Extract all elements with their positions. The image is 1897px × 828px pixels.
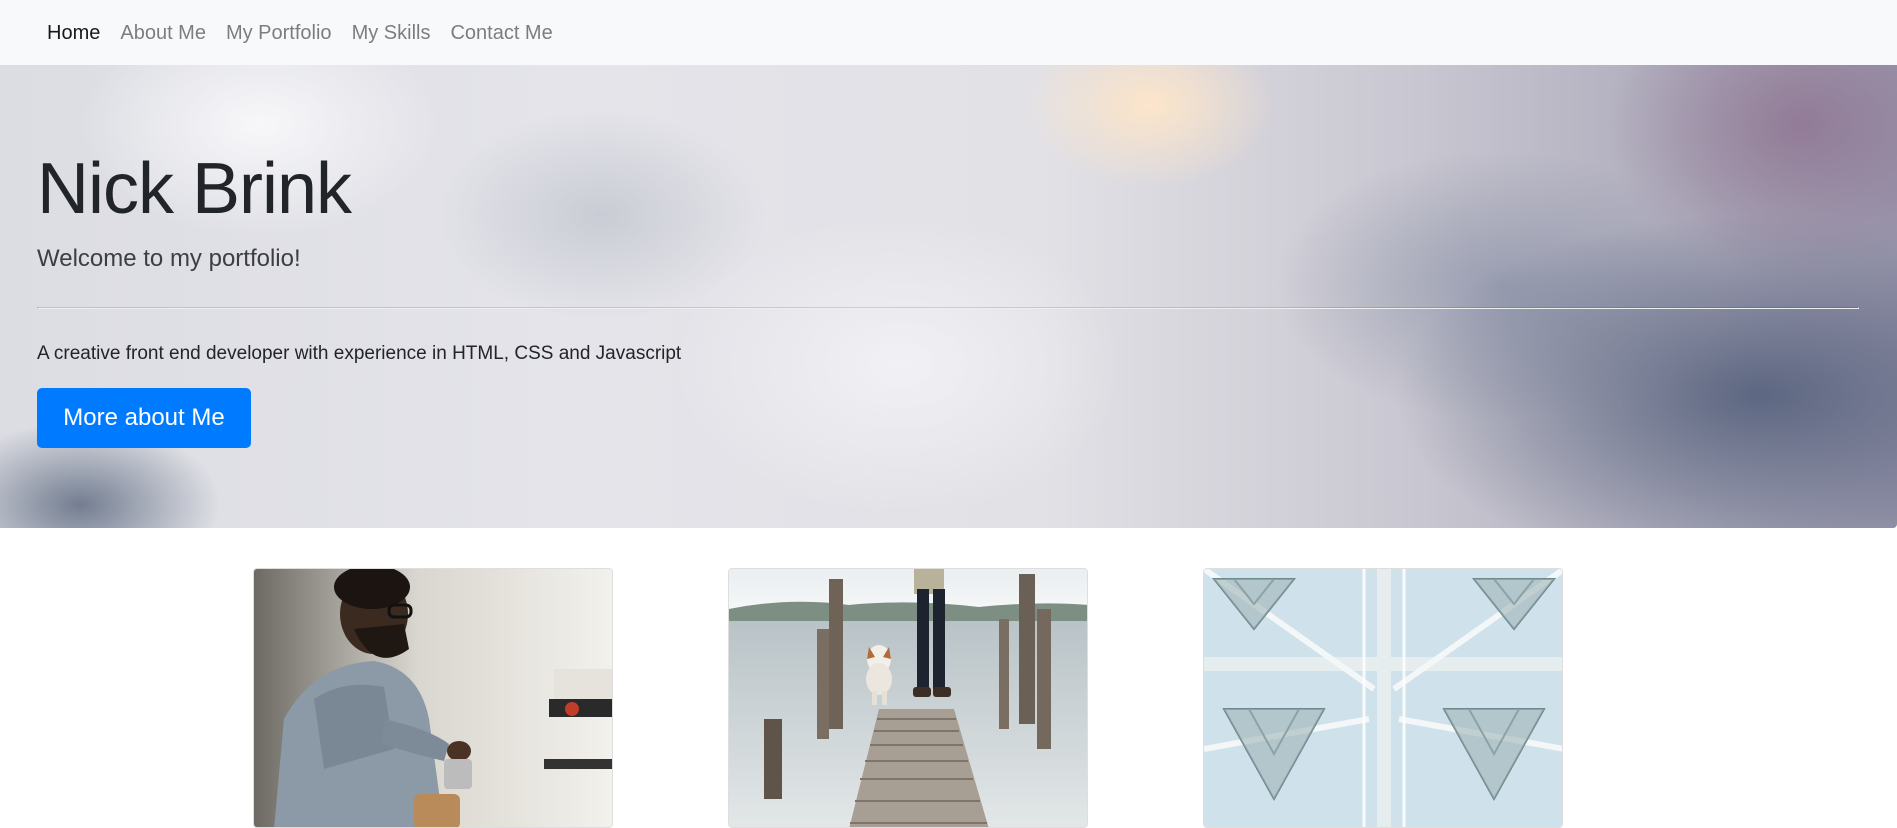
hero-description: A creative front end developer with expe… bbox=[37, 343, 682, 364]
nav-contact-me[interactable]: Contact Me bbox=[450, 23, 552, 43]
geometric-structure-photo bbox=[1204, 569, 1562, 827]
navbar: Home About Me My Portfolio My Skills Con… bbox=[0, 0, 1897, 65]
portfolio-card-2[interactable] bbox=[728, 568, 1088, 828]
dock-with-dog-photo bbox=[729, 569, 1087, 827]
barista-photo bbox=[254, 569, 612, 827]
hero-divider bbox=[37, 307, 1859, 309]
nav-my-skills[interactable]: My Skills bbox=[352, 23, 431, 43]
portfolio-card-3[interactable] bbox=[1203, 568, 1563, 828]
hero-lead: Welcome to my portfolio! bbox=[37, 245, 301, 272]
nav-my-portfolio[interactable]: My Portfolio bbox=[226, 23, 332, 43]
portfolio-card-1[interactable] bbox=[253, 568, 613, 828]
hero-jumbotron: Nick Brink Welcome to my portfolio! A cr… bbox=[0, 65, 1897, 528]
hero-title: Nick Brink bbox=[37, 149, 352, 229]
more-about-me-button[interactable]: More about Me bbox=[37, 388, 251, 448]
nav-home[interactable]: Home bbox=[47, 23, 100, 43]
nav-about-me[interactable]: About Me bbox=[120, 23, 206, 43]
